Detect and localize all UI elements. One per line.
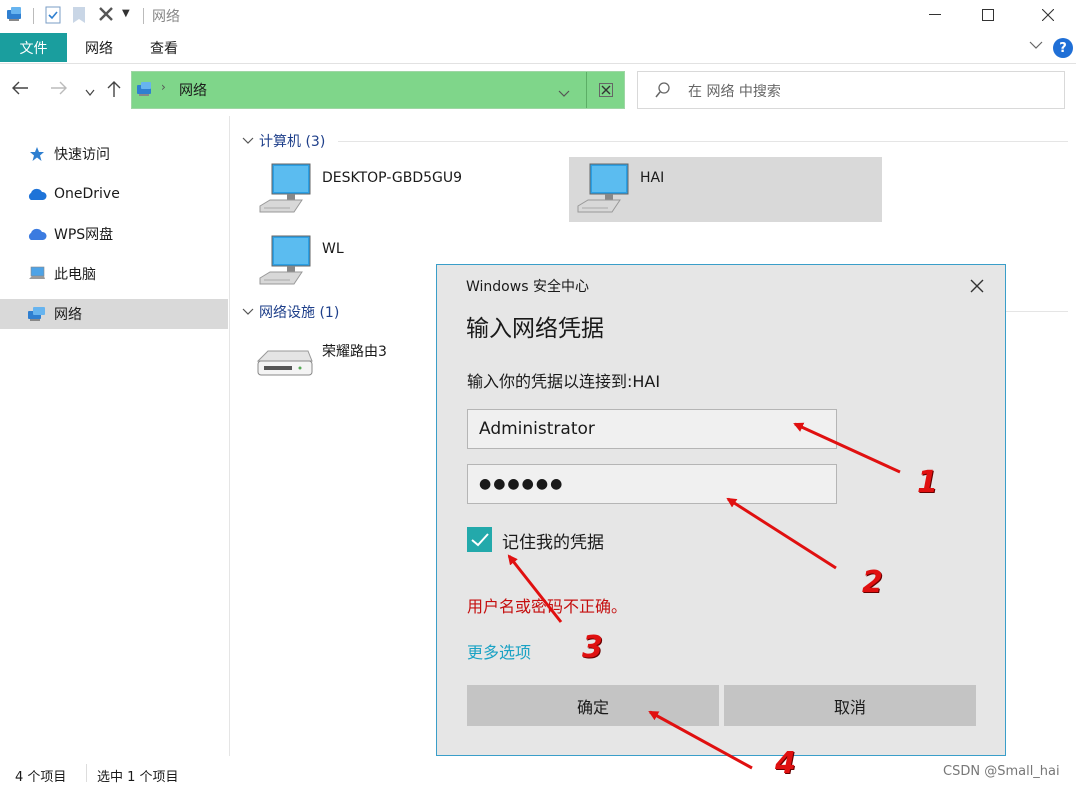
arrow-2 [726,497,837,570]
annotation-arrows [507,422,901,770]
annotation-number: 3 [582,630,603,665]
annotation-number: 4 [775,746,796,781]
arrow-3 [507,554,563,623]
annotation-number: 1 [917,465,938,500]
annotation-number: 2 [862,565,883,600]
arrow-4 [648,710,753,770]
arrow-1 [793,422,901,474]
